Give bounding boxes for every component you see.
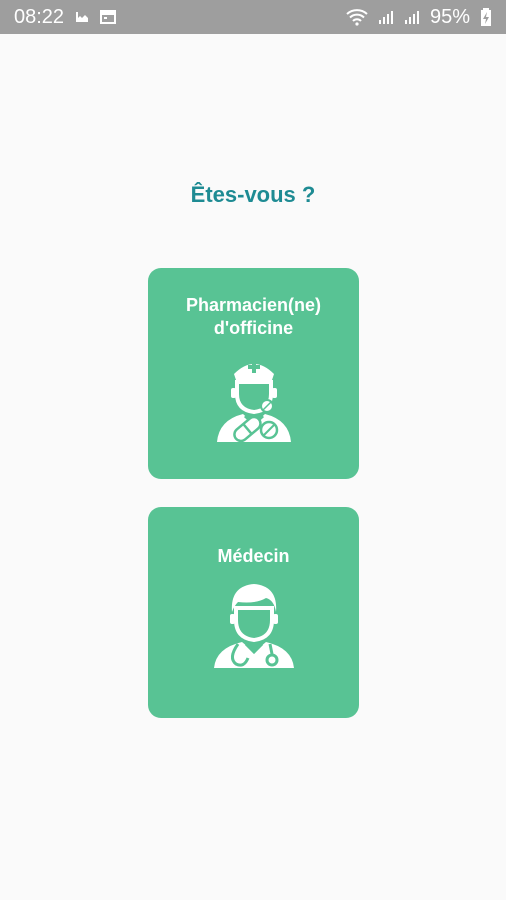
calendar-icon bbox=[100, 9, 117, 25]
pharmacist-label-line2: d'officine bbox=[213, 318, 294, 338]
status-time: 08:22 bbox=[14, 5, 65, 28]
battery-percentage: 95% bbox=[429, 5, 470, 28]
doctor-icon bbox=[208, 578, 300, 675]
pharmacist-label-line1: Pharmacien(ne) bbox=[185, 295, 322, 315]
battery-charging-icon bbox=[480, 8, 492, 26]
pharmacist-icon bbox=[209, 350, 299, 451]
pharmacist-option-label: Pharmacien(ne) d'officine bbox=[186, 294, 321, 340]
doctor-option-label: Médecin bbox=[217, 546, 290, 566]
status-bar: 08:22 95% bbox=[0, 0, 506, 34]
gallery-icon bbox=[74, 10, 90, 24]
page-title: Êtes-vous ? bbox=[190, 182, 316, 207]
pharmacist-option-button[interactable]: Pharmacien(ne) d'officine bbox=[148, 268, 359, 479]
doctor-option-button[interactable]: Médecin bbox=[148, 507, 359, 718]
signal-icon bbox=[378, 9, 394, 25]
signal-icon bbox=[404, 9, 420, 25]
wifi-icon bbox=[346, 8, 368, 26]
